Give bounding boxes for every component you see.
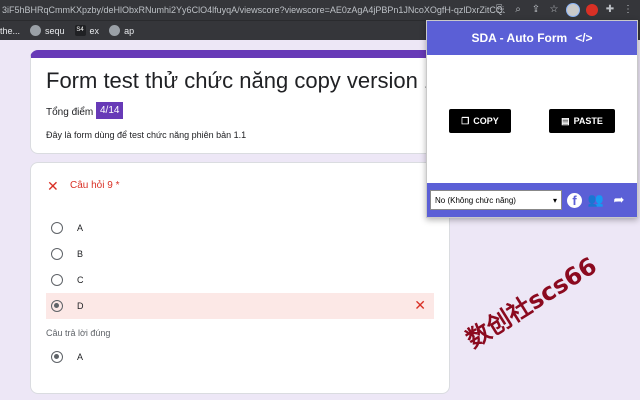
copy-label: COPY [473, 116, 499, 126]
puzzle-icon[interactable]: ✚ [604, 4, 616, 16]
paste-label: PASTE [573, 116, 603, 126]
form-title: Form test thử chức năng copy version 1.1 [46, 68, 450, 93]
popup-title: SDA - Auto Form [471, 31, 568, 45]
popup-header: SDA - Auto Form </> [427, 21, 637, 55]
s4-icon: S4 [74, 25, 86, 36]
correct-answer-value: A [77, 352, 84, 362]
option-label: D [77, 301, 84, 311]
radio-icon[interactable] [51, 248, 63, 260]
option-b[interactable]: B [46, 241, 434, 267]
bookmark-item[interactable]: ap [109, 25, 134, 36]
menu-icon[interactable]: ⋮ [622, 4, 634, 16]
total-score-label: Tổng điểm [46, 107, 94, 118]
copy-icon: ❐ [461, 115, 470, 126]
form-header-card: Form test thử chức năng copy version 1.1… [30, 50, 450, 154]
option-c[interactable]: C [46, 267, 434, 293]
option-label: B [77, 249, 84, 259]
facebook-icon[interactable]: f [567, 192, 582, 208]
option-label: A [77, 223, 84, 233]
bookmark-label: sequ [45, 25, 65, 36]
mode-select-value: No (Không chức năng) [435, 195, 516, 205]
form-description: Đây là form dùng để test chức năng phiên… [46, 130, 247, 140]
correct-answer-label: Câu trả lời đúng [46, 328, 111, 338]
bookmark-item[interactable]: the... [0, 26, 20, 36]
wrong-answer-icon: ✕ [414, 297, 426, 313]
code-icon: </> [575, 31, 593, 45]
question-card: ✕ Câu hỏi 9 * 0 A B C D ✕ Câu trả lời đú… [30, 162, 450, 394]
extension-popup: SDA - Auto Form </> ❐ COPY ▤ PASTE No (K… [426, 20, 638, 218]
share-icon[interactable]: ⇪ [530, 4, 542, 16]
mode-select[interactable]: No (Không chức năng) ▾ [430, 190, 562, 210]
watermark: 数创社scs66 [461, 251, 602, 354]
bookmark-label: ex [89, 25, 100, 36]
globe-icon [30, 25, 42, 36]
radio-selected-icon[interactable] [51, 300, 63, 312]
copy-button[interactable]: ❐ COPY [449, 109, 511, 133]
option-a[interactable]: A [46, 215, 434, 241]
share-arrow-icon[interactable]: ➦ [610, 191, 628, 209]
radio-icon[interactable] [51, 274, 63, 286]
question-title: Câu hỏi 9 * [70, 180, 120, 191]
red-extension-icon[interactable] [586, 4, 598, 16]
bookmark-item[interactable]: sequ [30, 25, 65, 36]
score-badge: 4/14 [96, 102, 124, 119]
option-d-selected[interactable]: D ✕ [46, 293, 434, 319]
star-icon[interactable]: ☆ [548, 4, 560, 16]
bookmark-label: the... [0, 25, 21, 36]
radio-icon[interactable] [51, 222, 63, 234]
chevron-down-icon: ▾ [552, 195, 557, 205]
url-text[interactable]: 3iF5hBHRqCmmKXpzby/deHlObxRNumhi2Yy6ClO4… [0, 5, 505, 15]
incorrect-icon: ✕ [47, 178, 59, 194]
bookmark-label: ap [124, 25, 135, 36]
extension-icon[interactable] [566, 3, 580, 17]
popup-footer: No (Không chức năng) ▾ f 👥 ➦ [427, 183, 637, 217]
address-bar[interactable]: 3iF5hBHRqCmmKXpzby/deHlObxRNumhi2Yy6ClO4… [0, 0, 640, 20]
bookmark-item[interactable]: S4 ex [74, 25, 100, 36]
toolbar-icons: ⎘ ⌕ ⇪ ☆ ✚ ⋮ [494, 0, 640, 20]
radio-selected-icon [51, 351, 63, 363]
site-icon [109, 25, 121, 36]
option-label: C [77, 275, 84, 285]
clipboard-icon: ▤ [561, 115, 570, 126]
paste-button[interactable]: ▤ PASTE [549, 109, 615, 133]
translate-icon[interactable]: ⎘ [494, 4, 506, 16]
zoom-icon[interactable]: ⌕ [512, 4, 524, 16]
correct-answer: A [46, 344, 434, 370]
group-icon[interactable]: 👥 [587, 191, 605, 209]
